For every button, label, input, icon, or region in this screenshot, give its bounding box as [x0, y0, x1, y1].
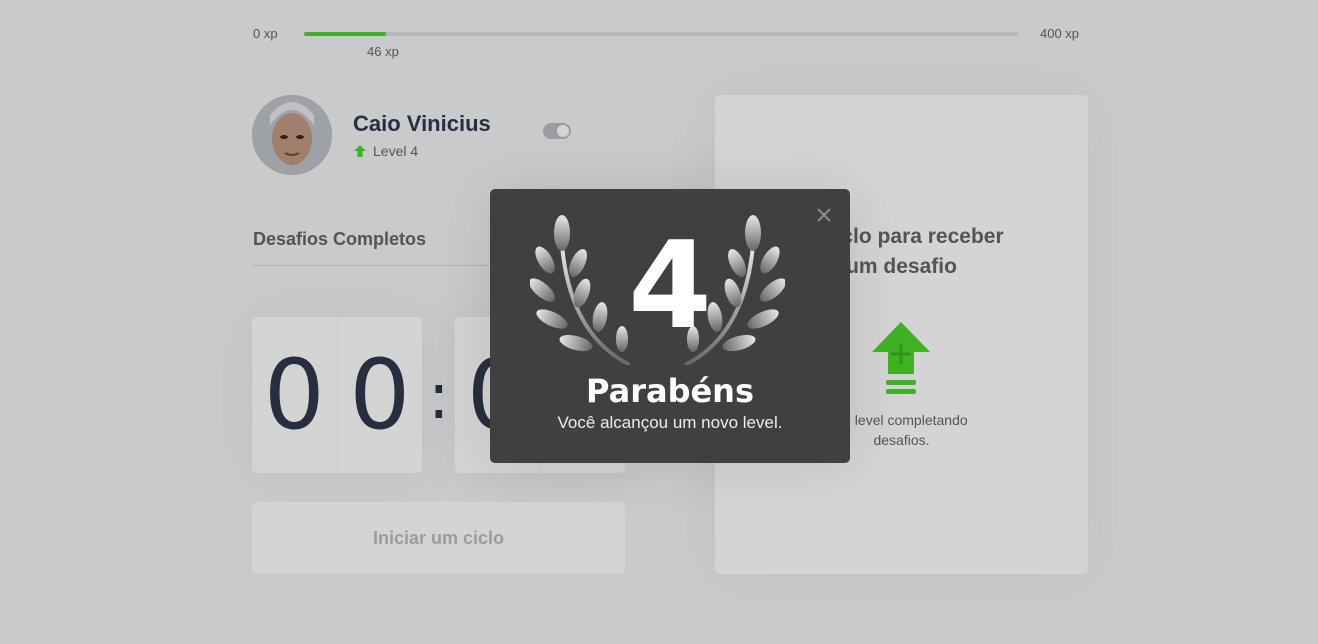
modal-subtitle: Você alcançou um novo level. — [557, 413, 783, 432]
close-icon[interactable] — [816, 207, 832, 223]
new-level-number: 4 — [628, 217, 712, 356]
modal-overlay[interactable]: 4 Parabéns Você alcançou um novo level. — [0, 0, 1318, 644]
app-root: 0 xp 46 xp 400 xp Caio Vinicius Level 4 … — [0, 0, 1318, 644]
level-up-modal: 4 Parabéns Você alcançou um novo level. — [490, 189, 850, 463]
modal-title: Parabéns — [586, 372, 754, 410]
